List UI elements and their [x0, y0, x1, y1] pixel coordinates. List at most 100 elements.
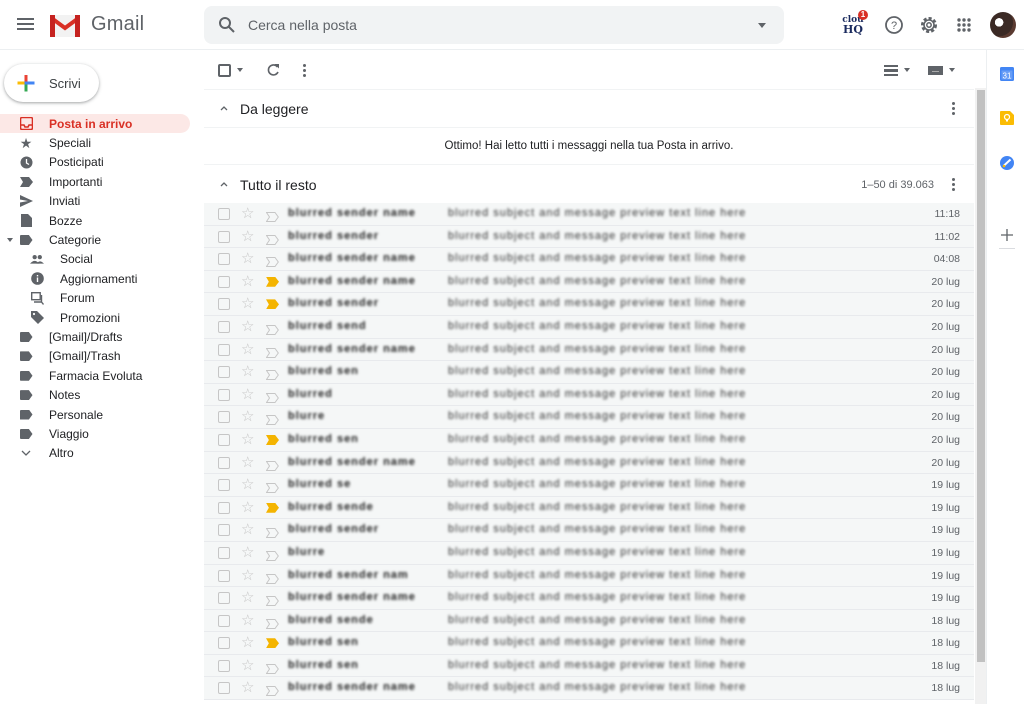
keep-notes-icon[interactable]	[1000, 111, 1014, 125]
row-checkbox[interactable]	[218, 637, 230, 650]
search-options-dropdown-icon[interactable]	[758, 23, 766, 28]
settings-gear-icon[interactable]	[916, 12, 942, 38]
row-checkbox[interactable]	[218, 659, 230, 672]
star-icon[interactable]: ☆	[241, 634, 254, 651]
important-marker-icon[interactable]	[265, 683, 279, 697]
star-icon[interactable]: ☆	[241, 567, 254, 584]
sidebar-item-label-personale[interactable]: Personale	[0, 405, 190, 424]
star-icon[interactable]: ☆	[241, 544, 254, 561]
gmail-logo-icon[interactable]	[50, 13, 80, 37]
star-icon[interactable]: ☆	[241, 363, 254, 380]
apps-grid-icon[interactable]	[951, 12, 977, 38]
sidebar-item-sent[interactable]: Inviati	[0, 192, 190, 211]
star-icon[interactable]: ☆	[241, 386, 254, 403]
collapse-chevron-icon[interactable]	[220, 104, 228, 112]
star-icon[interactable]: ☆	[241, 657, 254, 674]
star-icon[interactable]: ☆	[241, 408, 254, 425]
email-row[interactable]: ☆ blurre blurred subject and message previ…	[204, 541, 974, 565]
star-icon[interactable]: ☆	[241, 205, 254, 222]
search-input[interactable]	[248, 6, 728, 44]
account-avatar[interactable]	[990, 12, 1016, 38]
important-marker-icon[interactable]	[265, 480, 279, 494]
email-row[interactable]: ☆ blurred sen blurred subject and message …	[204, 654, 974, 678]
email-row[interactable]: ☆ blurred sender blurred subject and messa…	[204, 225, 974, 249]
important-marker-icon[interactable]	[265, 616, 279, 629]
star-icon[interactable]: ☆	[241, 612, 254, 629]
email-row[interactable]: ☆ blurred sender name blurred subject and …	[204, 270, 974, 294]
sidebar-item-promotions[interactable]: Promozioni	[0, 308, 190, 327]
sidebar-item-more[interactable]: Altro	[0, 444, 190, 463]
row-checkbox[interactable]	[218, 298, 230, 311]
important-marker-icon[interactable]	[266, 638, 279, 649]
sidebar-item-forums[interactable]: Forum	[0, 289, 190, 308]
important-marker-icon[interactable]	[265, 412, 279, 426]
tasks-icon[interactable]	[1000, 156, 1014, 170]
important-marker-icon[interactable]	[265, 525, 279, 539]
sidebar-item-label-notes[interactable]: Notes	[0, 385, 190, 404]
row-checkbox[interactable]	[218, 320, 230, 333]
sidebar-item-label-farmacia-evoluta[interactable]: Farmacia Evoluta	[0, 366, 190, 385]
row-checkbox[interactable]	[218, 524, 230, 537]
row-checkbox[interactable]	[218, 569, 230, 582]
email-row[interactable]: ☆ blurred sen blurred subject and message …	[204, 428, 974, 452]
email-row[interactable]: ☆ blurred sender name blurred subject and …	[204, 338, 974, 362]
section-options-button[interactable]	[952, 102, 955, 115]
collapse-chevron-icon[interactable]	[220, 180, 228, 188]
important-marker-icon[interactable]	[266, 299, 279, 310]
important-marker-icon[interactable]	[265, 232, 279, 245]
sidebar-item-label-gmail-drafts[interactable]: [Gmail]/Drafts	[0, 327, 190, 346]
row-checkbox[interactable]	[218, 275, 230, 288]
density-toggle-button[interactable]	[884, 60, 910, 80]
email-row[interactable]: ☆ blurred sender name blurred subject and …	[204, 677, 974, 701]
select-all-checkbox[interactable]	[218, 60, 243, 80]
row-checkbox[interactable]	[218, 501, 230, 514]
search-icon[interactable]	[218, 16, 236, 34]
star-icon[interactable]: ☆	[241, 273, 254, 290]
star-icon[interactable]: ☆	[241, 431, 254, 448]
sidebar-item-categories[interactable]: Categorie	[0, 230, 190, 249]
star-icon[interactable]: ☆	[241, 341, 254, 358]
sidebar-item-label-viaggio[interactable]: Viaggio	[0, 424, 190, 443]
important-marker-icon[interactable]	[265, 661, 279, 674]
cloudhq-extension-button[interactable]: clou HQ 1	[840, 10, 868, 38]
important-marker-icon[interactable]	[265, 209, 279, 222]
help-icon[interactable]: ?	[881, 12, 907, 38]
row-checkbox[interactable]	[218, 388, 230, 401]
row-checkbox[interactable]	[218, 546, 230, 559]
important-marker-icon[interactable]	[265, 593, 279, 607]
star-icon[interactable]: ☆	[241, 250, 254, 267]
sidebar-item-starred[interactable]: ★ Speciali	[0, 133, 190, 152]
important-marker-icon[interactable]	[265, 390, 279, 403]
star-icon[interactable]: ☆	[241, 499, 254, 516]
star-icon[interactable]: ☆	[241, 454, 254, 471]
section-options-button[interactable]	[952, 178, 955, 191]
email-row[interactable]: ☆ blurred sen blurred subject and message …	[204, 632, 974, 655]
important-marker-icon[interactable]	[265, 254, 279, 268]
email-row[interactable]: ☆ blurred sender blurred subject and messa…	[204, 519, 974, 542]
email-row[interactable]: ☆ blurred send blurred subject and message…	[204, 315, 974, 339]
important-marker-icon[interactable]	[266, 502, 279, 513]
row-checkbox[interactable]	[218, 230, 230, 243]
row-checkbox[interactable]	[218, 479, 230, 492]
sidebar-item-social[interactable]: Social	[0, 250, 190, 269]
email-row[interactable]: ☆ blurred sen blurred subject and message …	[204, 361, 974, 384]
row-checkbox[interactable]	[218, 411, 230, 424]
pagination-count[interactable]: 1–50 di 39.063	[861, 179, 934, 191]
important-marker-icon[interactable]	[266, 276, 279, 287]
star-icon[interactable]: ☆	[241, 476, 254, 493]
email-row[interactable]: ☆ blurre blurred subject and message previ…	[204, 406, 974, 429]
email-row[interactable]: ☆ blurred sender name blurred subject and …	[204, 587, 974, 610]
email-row[interactable]: ☆ blurred sende blurred subject and messag…	[204, 609, 974, 633]
star-icon[interactable]: ☆	[241, 318, 254, 335]
email-row[interactable]: ☆ blurred sender blurred subject and messa…	[204, 293, 974, 316]
row-checkbox[interactable]	[218, 343, 230, 356]
important-marker-icon[interactable]	[265, 322, 279, 335]
email-row[interactable]: ☆ blurred blurred subject and message prev…	[204, 383, 974, 407]
select-dropdown-icon[interactable]	[237, 68, 243, 72]
important-marker-icon[interactable]	[265, 458, 279, 471]
sidebar-item-drafts[interactable]: Bozze	[0, 211, 190, 230]
calendar-icon[interactable]: 31	[1000, 67, 1014, 81]
row-checkbox[interactable]	[218, 456, 230, 469]
refresh-icon[interactable]	[265, 60, 281, 80]
row-checkbox[interactable]	[218, 592, 230, 605]
